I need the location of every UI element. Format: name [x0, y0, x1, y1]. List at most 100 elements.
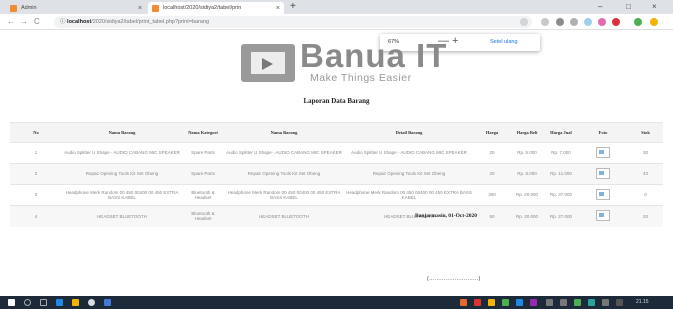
cell-nama-barang-2: Headphone Merk Random 00 450 00400 00 45… [224, 184, 344, 206]
network-icon[interactable] [546, 299, 553, 306]
extension-icon[interactable] [634, 18, 642, 26]
product-photo-thumbnail [596, 167, 610, 179]
cell-foto [578, 184, 628, 206]
browser-toolbar: ← → C ⓘ localhost/2020/sidiya2/tabel/pri… [0, 14, 673, 30]
logo-play-icon [241, 44, 295, 82]
browser-tab-strip: Admin × localhost/2020/sidiya2/tabel/pri… [0, 0, 673, 14]
taskbar-clock[interactable]: 21.15 [636, 299, 649, 306]
zoom-reset-button[interactable]: Setel ulang [490, 39, 518, 45]
product-photo-thumbnail [596, 146, 610, 158]
battery-icon[interactable] [602, 299, 609, 306]
edge-browser-icon[interactable] [56, 299, 63, 306]
forward-button[interactable]: → [20, 17, 28, 26]
tab-admin[interactable]: Admin × [6, 2, 146, 14]
cell-harga-jual: Rp. 7.000 [544, 142, 578, 164]
column-header: Nama Barang [62, 122, 182, 143]
report-city-date: Banjarmasin, 01-Oct-2020 [415, 213, 478, 219]
table-row: 1 Audio Splitter U Shape - AUDIO CABANG … [10, 142, 663, 164]
cell-nama-barang: Audio Splitter U Shape - AUDIO CABANG MI… [62, 142, 182, 164]
extension-icon[interactable] [598, 18, 606, 26]
cell-harga: 300 [474, 184, 510, 206]
cell-nama-barang: Repair Opening Tools Kit Set Obeng [62, 163, 182, 185]
cell-kategori: Spare Parts [182, 163, 224, 185]
tray-app-icon[interactable] [530, 299, 537, 306]
cell-kategori: Bluetooth & Headset [182, 205, 224, 227]
start-windows-icon[interactable] [8, 299, 15, 306]
cell-detail: Headphone Merk Random 00 450 00400 00 45… [344, 184, 474, 206]
cell-kategori: Bluetooth & Headset [182, 184, 224, 206]
table-row: 3 Headphone Merk Random 00 450 00400 00 … [10, 184, 663, 206]
minimize-button[interactable]: – [598, 2, 602, 11]
cell-foto [578, 142, 628, 164]
volume-icon[interactable] [560, 299, 567, 306]
zoom-indicator-icon[interactable] [520, 18, 528, 26]
table-row: 4 HEADSET BLUETOOTH Bluetooth & Headset … [10, 205, 663, 227]
cell-harga-jual: Rp. 27.000 [544, 205, 578, 227]
product-photo-thumbnail [596, 210, 610, 221]
bookmark-star-icon[interactable] [541, 18, 549, 26]
address-bar[interactable]: ⓘ localhost/2020/sidiya2/tabel/print_tab… [54, 16, 532, 28]
cell-foto [578, 163, 628, 185]
report-title: Laporan Data Barang [303, 97, 370, 105]
site-favicon-icon [152, 4, 159, 12]
tray-app-icon[interactable] [588, 299, 595, 306]
site-info-icon[interactable]: ⓘ [60, 19, 66, 25]
extension-icon[interactable] [584, 18, 592, 26]
cell-nama-barang-2: Repair Opening Tools Kit Set Obeng [224, 163, 344, 185]
maximize-button[interactable]: □ [626, 2, 631, 11]
table-header-row: No Nama Barang Nama Kategori Nama Barang… [10, 122, 663, 143]
new-tab-button[interactable]: + [290, 2, 296, 12]
reload-button[interactable]: C [34, 17, 40, 26]
tab-title: Admin [21, 5, 37, 11]
extension-icon[interactable] [570, 18, 578, 26]
app-icon[interactable] [104, 299, 111, 306]
tray-app-icon[interactable] [516, 299, 523, 306]
column-header: Nama Kategori [182, 122, 224, 143]
column-header: Harga [474, 122, 510, 143]
extension-icon[interactable] [612, 18, 620, 26]
url-path: /2020/sidiya2/tabel/print_tabel.php?prin… [91, 19, 210, 25]
tray-app-icon[interactable] [488, 299, 495, 306]
cell-stok: 43 [628, 163, 663, 185]
zoom-in-button[interactable]: + [452, 35, 458, 47]
search-icon[interactable] [24, 299, 31, 306]
chrome-icon[interactable] [88, 299, 95, 306]
tab-close-icon[interactable]: × [138, 5, 142, 12]
cell-kategori: Spare Parts [182, 142, 224, 164]
cell-no: 3 [10, 184, 62, 206]
tray-app-icon[interactable] [460, 299, 467, 306]
column-header: Harga Beli [510, 122, 544, 143]
cell-no: 4 [10, 205, 62, 227]
cell-nama-barang: Headphone Merk Random 00 450 00400 00 45… [62, 184, 182, 206]
tab-print-tabel[interactable]: localhost/2020/sidiya2/tabel/prin × [148, 2, 284, 14]
tray-app-icon[interactable] [474, 299, 481, 306]
extension-icon[interactable] [556, 18, 564, 26]
os-taskbar: 21.15 [0, 296, 673, 309]
cell-harga: 20 [474, 142, 510, 164]
cell-detail: Repair Opening Tools Kit Set Obeng [344, 163, 474, 185]
profile-avatar[interactable] [650, 18, 658, 26]
cell-foto [578, 205, 628, 227]
tab-close-icon[interactable]: × [276, 5, 280, 12]
close-window-button[interactable]: × [652, 2, 657, 11]
task-view-icon[interactable] [40, 299, 47, 306]
tab-title: localhost/2020/sidiya2/tabel/prin [163, 5, 242, 11]
cell-stok: 0 [628, 184, 663, 206]
cell-detail: Audio Splitter U Shape - AUDIO CABANG MI… [344, 142, 474, 164]
cell-stok: 30 [628, 142, 663, 164]
language-icon[interactable] [616, 299, 623, 306]
logo-wordmark: Banua IT [300, 37, 448, 74]
tray-app-icon[interactable] [574, 299, 581, 306]
file-explorer-icon[interactable] [72, 299, 79, 306]
cell-harga-jual: Rp. 37.000 [544, 184, 578, 206]
back-button[interactable]: ← [7, 17, 15, 26]
cell-harga-beli: Rp. 20.000 [510, 184, 544, 206]
cell-no: 1 [10, 142, 62, 164]
report-table: No Nama Barang Nama Kategori Nama Barang… [10, 122, 663, 227]
tray-app-icon[interactable] [502, 299, 509, 306]
cell-harga: 20 [474, 163, 510, 185]
url-host: localhost [67, 19, 92, 25]
site-favicon-icon [10, 4, 17, 12]
cell-harga-beli: Rp. 20.000 [510, 205, 544, 227]
cell-harga: 50 [474, 205, 510, 227]
